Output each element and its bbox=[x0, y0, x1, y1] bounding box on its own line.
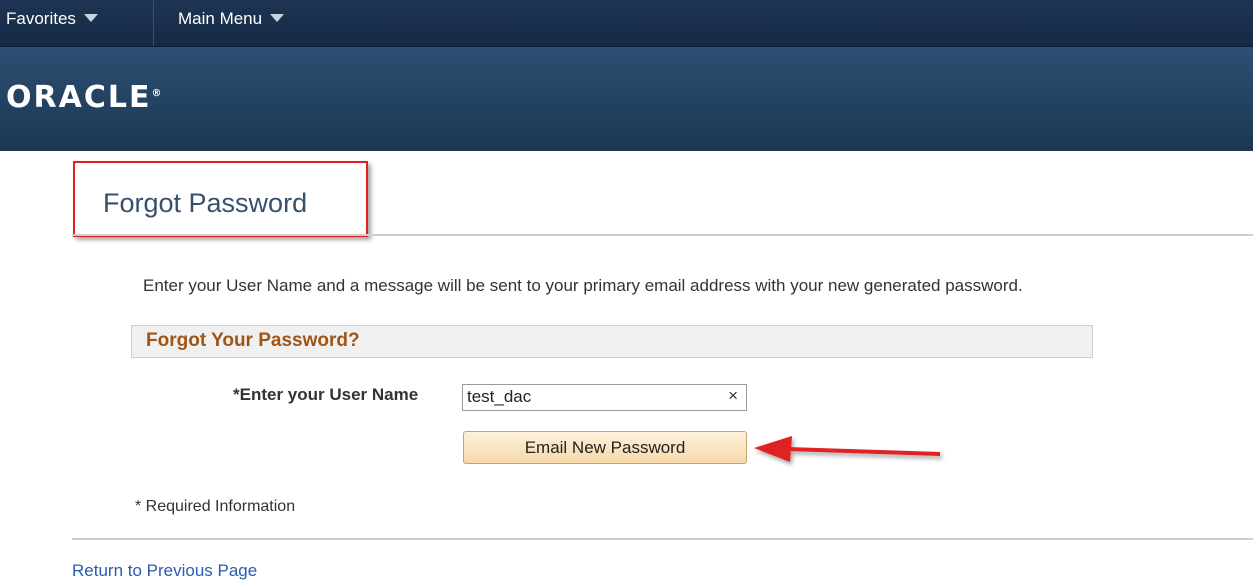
username-label: *Enter your User Name bbox=[233, 385, 419, 404]
oracle-logo: ORACLE® bbox=[6, 80, 162, 115]
arrow-left-icon bbox=[754, 436, 941, 462]
nav-divider bbox=[153, 0, 154, 46]
required-info-note: * Required Information bbox=[135, 498, 296, 515]
username-value: test_dac bbox=[467, 387, 532, 406]
chevron-down-icon bbox=[83, 13, 98, 22]
group-box-title: Forgot Your Password? bbox=[146, 330, 360, 351]
return-to-previous-page-link[interactable]: Return to Previous Page bbox=[72, 561, 257, 581]
top-navbar: Favorites Main Menu bbox=[0, 0, 1253, 47]
group-box-header: Forgot Your Password? bbox=[131, 325, 1093, 358]
main-menu[interactable]: Main Menu bbox=[178, 0, 285, 46]
username-input[interactable]: test_dac × bbox=[462, 384, 747, 411]
instructions-text: Enter your User Name and a message will … bbox=[143, 276, 1023, 295]
title-divider bbox=[72, 234, 1253, 236]
page-title: Forgot Password bbox=[103, 188, 308, 218]
chevron-down-icon bbox=[270, 13, 285, 22]
footer-divider bbox=[72, 538, 1253, 540]
favorites-label: Favorites bbox=[6, 9, 76, 28]
close-icon[interactable]: × bbox=[728, 386, 738, 406]
main-menu-label: Main Menu bbox=[178, 9, 263, 28]
favorites-menu[interactable]: Favorites bbox=[6, 0, 98, 46]
header-banner bbox=[0, 47, 1253, 151]
email-new-password-button[interactable]: Email New Password bbox=[463, 431, 747, 464]
